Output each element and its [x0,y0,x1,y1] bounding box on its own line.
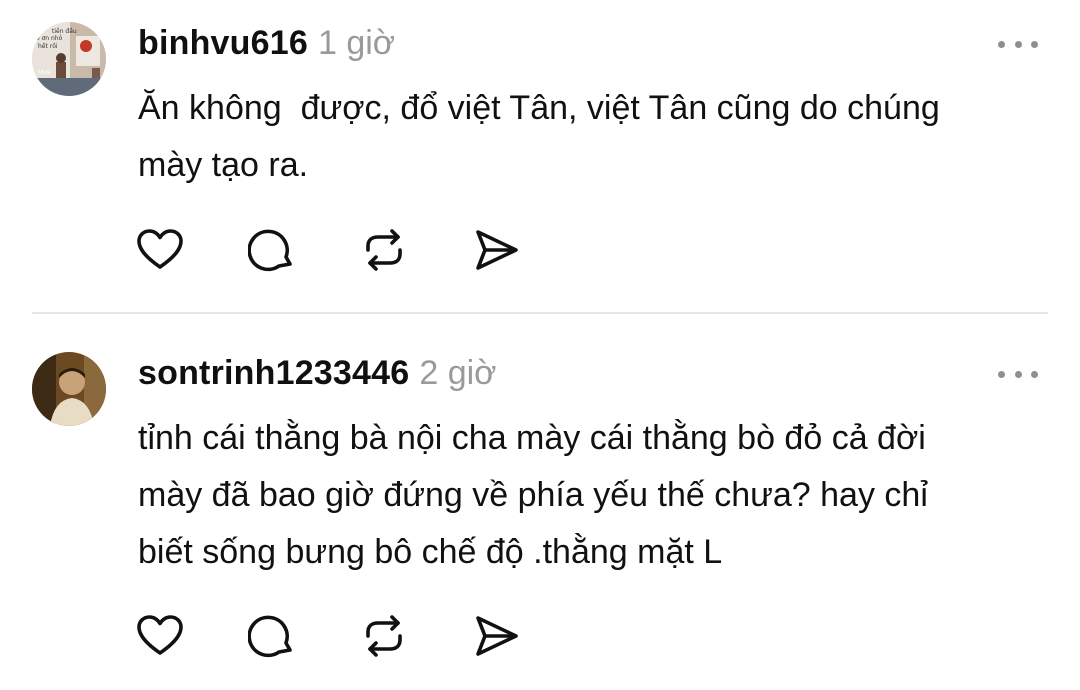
avatar[interactable] [32,352,106,426]
divider [32,312,1048,314]
avatar-caption: tiền đầu [52,27,77,35]
avatar-caption: hết rồi [38,42,58,50]
username[interactable]: sontrinh1233446 [138,354,409,392]
send-icon[interactable] [472,612,520,660]
avatar-caption: Mưa [38,69,51,76]
speech-bubble-icon[interactable] [247,226,296,274]
avatar[interactable]: tiền đầu ô ơn nhỏ hết rồi Mưa [32,22,106,96]
repost-icon[interactable] [360,612,408,660]
repost-icon[interactable] [360,226,408,274]
send-icon[interactable] [472,226,520,274]
comment-header: binhvu616 1 giờ [138,24,395,68]
speech-bubble-icon[interactable] [247,612,296,660]
comment-text: tỉnh cái thằng bà nội cha mày cái thằng … [138,419,928,571]
comment-header: sontrinh1233446 2 giờ [138,354,496,398]
comment-text: Ăn không được, đổ việt Tân, việt Tân cũn… [138,89,940,184]
heart-icon[interactable] [136,226,184,274]
timestamp: 2 giờ [419,354,497,392]
timestamp: 1 giờ [317,24,396,62]
heart-icon[interactable] [136,612,184,660]
more-horizontal-icon[interactable] [998,366,1038,382]
more-horizontal-icon[interactable] [998,36,1038,52]
username[interactable]: binhvu616 [138,24,308,62]
avatar-caption: ô ơn nhỏ [36,35,63,42]
